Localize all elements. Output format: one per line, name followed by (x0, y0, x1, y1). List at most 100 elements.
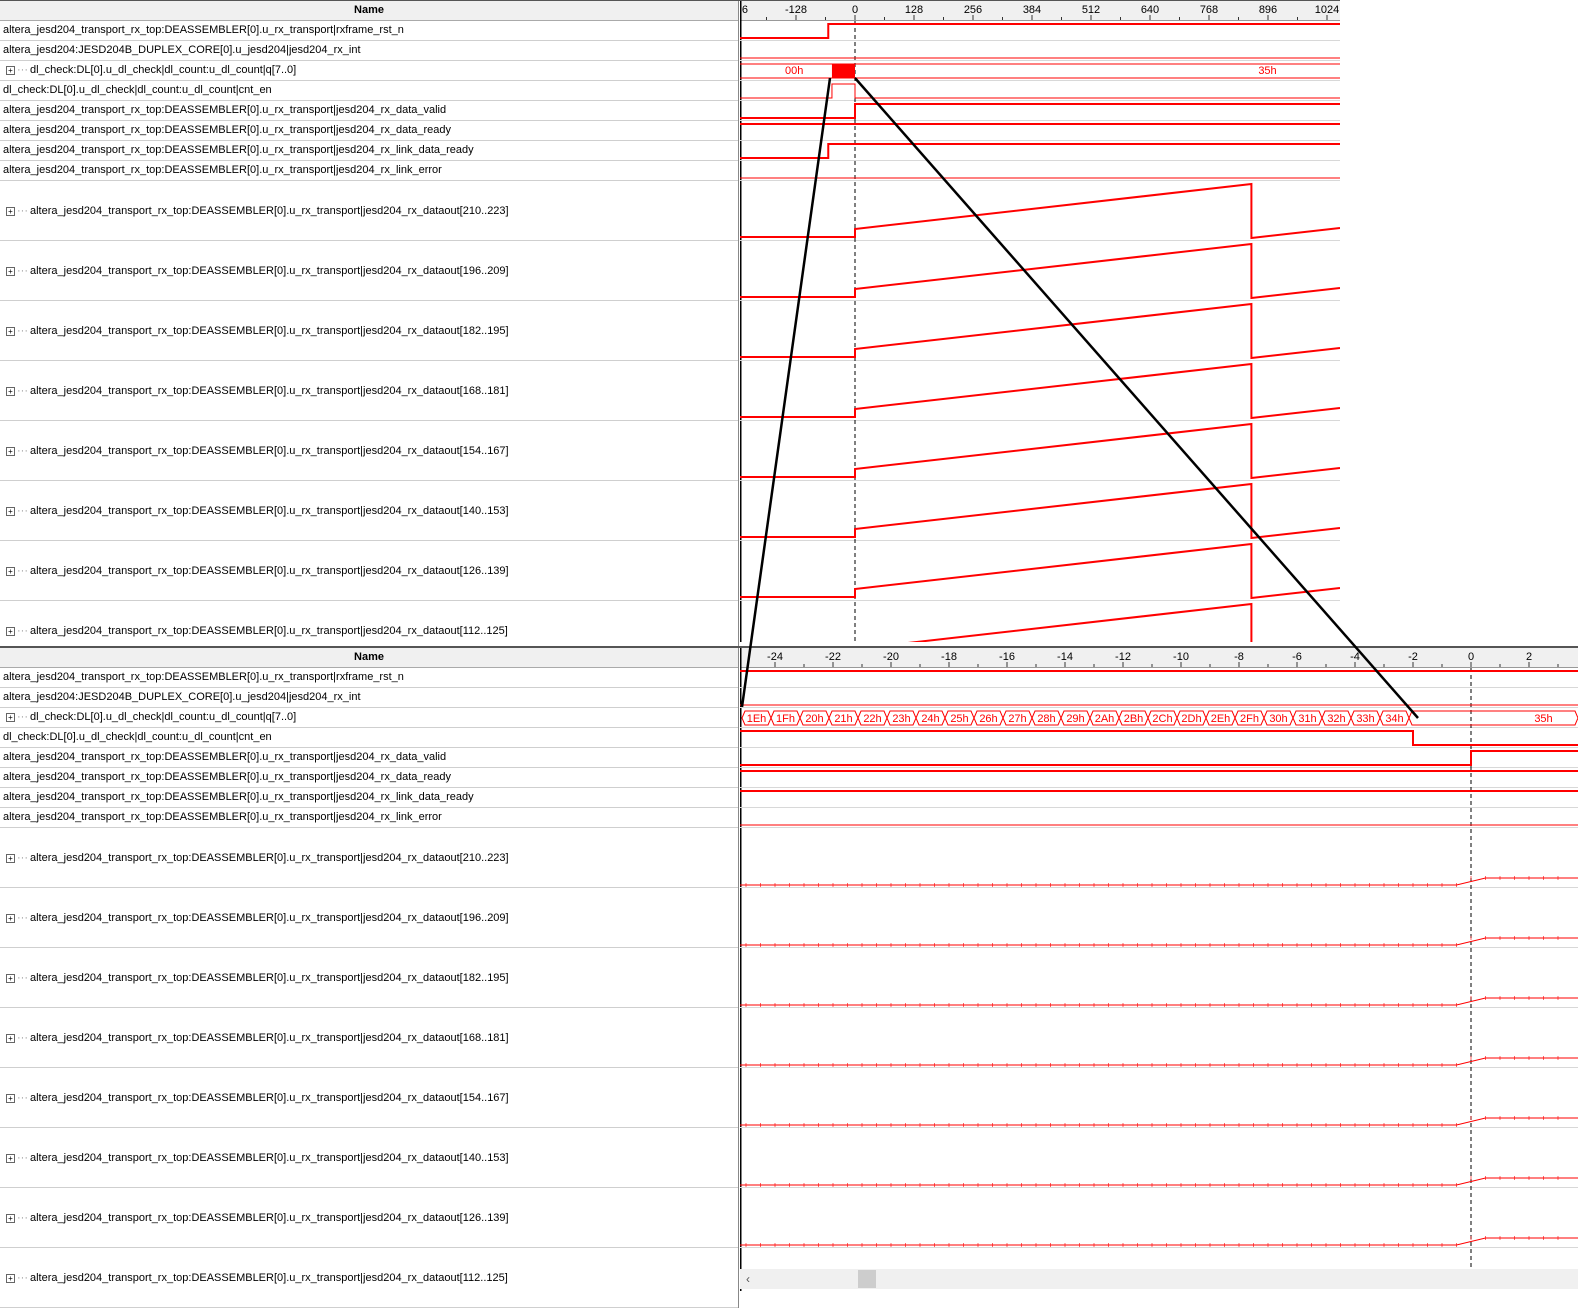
signal-row[interactable]: + ··· altera_jesd204_transport_rx_top:DEAS… (0, 1068, 738, 1128)
top-waveform-pane: Name altera_jesd204_transport_rx_top:DEAS… (0, 0, 1340, 661)
signal-row[interactable]: altera_jesd204_transport_rx_top:DEASSEMB… (0, 768, 738, 788)
expand-icon[interactable]: + (6, 1273, 15, 1283)
signal-row[interactable]: altera_jesd204_transport_rx_top:DEASSEMB… (0, 101, 738, 121)
time-tick-label: -256 (740, 4, 748, 16)
expand-icon[interactable]: + (6, 566, 15, 576)
tree-connector: ··· (17, 1092, 28, 1104)
wave-dataout-analog (907, 602, 1253, 642)
signal-row[interactable]: altera_jesd204_transport_rx_top:DEASSEMB… (0, 748, 738, 768)
signal-name: altera_jesd204_transport_rx_top:DEASSEMB… (30, 912, 509, 924)
expand-icon[interactable]: + (6, 853, 15, 863)
bus-value: 1Fh (776, 713, 795, 725)
wave-cnt-en (740, 730, 1578, 746)
tree-connector: ··· (17, 565, 28, 577)
expand-icon[interactable]: + (6, 506, 15, 516)
wave-dataout-analog (740, 302, 1340, 360)
wave-dataout-analog (740, 482, 1340, 540)
tree-connector: ··· (17, 265, 28, 277)
signal-row[interactable]: + ··· altera_jesd204_transport_rx_top:DEAS… (0, 361, 738, 421)
expand-icon[interactable]: + (6, 1033, 15, 1043)
time-tick-label: -16 (999, 651, 1015, 663)
signal-name: dl_check:DL[0].u_dl_check|dl_count:u_dl_… (30, 64, 297, 76)
expand-icon[interactable]: + (6, 973, 15, 983)
signal-row[interactable]: + ··· altera_jesd204_transport_rx_top:DEAS… (0, 948, 738, 1008)
expand-icon[interactable]: + (6, 386, 15, 396)
signal-name: altera_jesd204_transport_rx_top:DEASSEMB… (3, 751, 447, 763)
signal-name: altera_jesd204_transport_rx_top:DEASSEMB… (30, 1092, 509, 1104)
expand-icon[interactable]: + (6, 712, 15, 722)
scrollbar-thumb[interactable] (858, 1270, 876, 1288)
wave-cnt-en (740, 83, 1340, 99)
signal-row[interactable]: + ··· altera_jesd204_transport_rx_top:DEAS… (0, 301, 738, 361)
expand-icon[interactable]: + (6, 206, 15, 216)
signal-name: altera_jesd204_transport_rx_top:DEASSEMB… (3, 671, 404, 683)
tree-connector: ··· (17, 1152, 28, 1164)
bus-value: 2Ah (1095, 713, 1115, 725)
wave-dataout-analog (740, 1117, 1578, 1126)
signal-row[interactable]: altera_jesd204_transport_rx_top:DEASSEMB… (0, 788, 738, 808)
signal-name: altera_jesd204_transport_rx_top:DEASSEMB… (3, 791, 474, 803)
name-column-header[interactable]: Name (0, 648, 738, 668)
bus-value: 21h (834, 713, 852, 725)
time-tick-label: -128 (785, 4, 807, 16)
expand-icon[interactable]: + (6, 446, 15, 456)
signal-name: altera_jesd204_transport_rx_top:DEASSEMB… (30, 265, 509, 277)
signal-row[interactable]: dl_check:DL[0].u_dl_check|dl_count:u_dl_… (0, 81, 738, 101)
bus-value: 26h (979, 713, 997, 725)
time-tick-label: 128 (905, 4, 923, 16)
name-column-header[interactable]: Name (0, 1, 738, 21)
scroll-left-icon[interactable]: ‹ (746, 1272, 750, 1286)
signal-row[interactable]: + ··· altera_jesd204_transport_rx_top:DEAS… (0, 888, 738, 948)
signal-row[interactable]: + ··· altera_jesd204_transport_rx_top:DEAS… (0, 1248, 738, 1308)
signal-row[interactable]: altera_jesd204_transport_rx_top:DEASSEMB… (0, 141, 738, 161)
tree-connector: ··· (17, 505, 28, 517)
expand-icon[interactable]: + (6, 1213, 15, 1223)
signal-name: altera_jesd204_transport_rx_top:DEASSEMB… (3, 124, 452, 136)
signal-row[interactable]: + ··· altera_jesd204_transport_rx_top:DEAS… (0, 541, 738, 601)
signal-row[interactable]: altera_jesd204_transport_rx_top:DEASSEMB… (0, 808, 738, 828)
signal-row[interactable]: + ··· altera_jesd204_transport_rx_top:DEAS… (0, 421, 738, 481)
signal-name: altera_jesd204_transport_rx_top:DEASSEMB… (3, 144, 474, 156)
signal-row[interactable]: altera_jesd204:JESD204B_DUPLEX_CORE[0].u… (0, 688, 738, 708)
signal-name: altera_jesd204_transport_rx_top:DEASSEMB… (30, 625, 508, 637)
expand-icon[interactable]: + (6, 1093, 15, 1103)
bottom-waveform-pane: Name altera_jesd204_transport_rx_top:DEAS… (0, 646, 1578, 1308)
bus-value: 1Eh (747, 713, 767, 725)
time-tick-label: 0 (852, 4, 858, 16)
expand-icon[interactable]: + (6, 1153, 15, 1163)
expand-icon[interactable]: + (6, 65, 15, 75)
time-tick-label: 896 (1259, 4, 1277, 16)
signal-row[interactable]: + ··· dl_check:DL[0].u_dl_check|dl_count:u… (0, 708, 738, 728)
signal-name: altera_jesd204_transport_rx_top:DEASSEMB… (3, 24, 404, 36)
signal-row[interactable]: + ··· altera_jesd204_transport_rx_top:DEAS… (0, 828, 738, 888)
signal-row[interactable]: dl_check:DL[0].u_dl_check|dl_count:u_dl_… (0, 728, 738, 748)
signal-row[interactable]: + ··· altera_jesd204_transport_rx_top:DEAS… (0, 1128, 738, 1188)
signal-row[interactable]: altera_jesd204:JESD204B_DUPLEX_CORE[0].u… (0, 41, 738, 61)
expand-icon[interactable]: + (6, 913, 15, 923)
signal-name: altera_jesd204:JESD204B_DUPLEX_CORE[0].u… (3, 691, 361, 703)
bus-value: 31h (1298, 713, 1316, 725)
bus-value: 35h (1258, 65, 1276, 77)
bus-value: 30h (1269, 713, 1287, 725)
signal-row[interactable]: + ··· altera_jesd204_transport_rx_top:DEAS… (0, 181, 738, 241)
signal-row[interactable]: + ··· altera_jesd204_transport_rx_top:DEAS… (0, 241, 738, 301)
bottom-wave-area[interactable]: -24 -22 -20 -18 -16 -14 -12 -10 -8 -6 -4 -2 0 21Eh 1Fh… (740, 648, 1578, 1291)
expand-icon[interactable]: + (6, 266, 15, 276)
bus-value: 20h (805, 713, 823, 725)
signal-row[interactable]: + ··· altera_jesd204_transport_rx_top:DEAS… (0, 1188, 738, 1248)
signal-name: altera_jesd204_transport_rx_top:DEASSEMB… (30, 505, 509, 517)
signal-row[interactable]: altera_jesd204_transport_rx_top:DEASSEMB… (0, 161, 738, 181)
expand-icon[interactable]: + (6, 626, 15, 636)
bus-value: 2Eh (1211, 713, 1231, 725)
signal-row[interactable]: altera_jesd204_transport_rx_top:DEASSEMB… (0, 21, 738, 41)
expand-icon[interactable]: + (6, 326, 15, 336)
time-tick-label: -10 (1173, 651, 1189, 663)
signal-row[interactable]: + ··· altera_jesd204_transport_rx_top:DEAS… (0, 1008, 738, 1068)
signal-row[interactable]: + ··· altera_jesd204_transport_rx_top:DEAS… (0, 481, 738, 541)
signal-row[interactable]: + ··· dl_check:DL[0].u_dl_check|dl_count:u… (0, 61, 738, 81)
tree-connector: ··· (17, 1272, 28, 1284)
signal-row[interactable]: altera_jesd204_transport_rx_top:DEASSEMB… (0, 121, 738, 141)
top-wave-area[interactable]: -256 -128 0 128 256 384 512 640 768 896 1024 00h 35h (740, 1, 1340, 642)
signal-row[interactable]: altera_jesd204_transport_rx_top:DEASSEMB… (0, 668, 738, 688)
wave-link-data-ready (740, 143, 1340, 159)
